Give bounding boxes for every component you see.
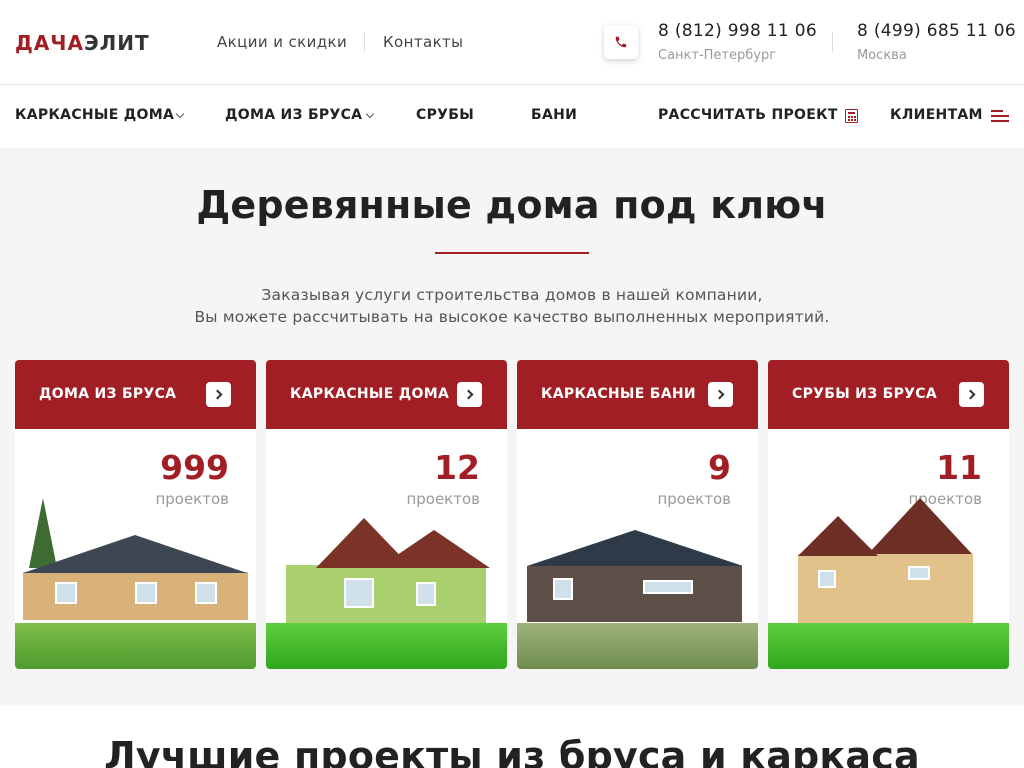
divider [832,32,833,52]
house-image-placeholder[interactable] [266,490,507,669]
hero-title: Деревянные дома под ключ [196,183,828,227]
city-spb: Санкт-Петербург [658,48,777,63]
house-image-placeholder[interactable] [768,490,1009,669]
card-header[interactable]: КАРКАСНЫЕ БАНИ [517,360,758,429]
call-button[interactable] [604,25,638,59]
site-header: ДАЧАЭЛИТ Акции и скидки Контакты 8 (812)… [0,0,1024,85]
nav-timber-houses[interactable]: ДОМА ИЗ БРУСА [225,107,362,123]
nav-frame-houses[interactable]: КАРКАСНЫЕ ДОМА [15,107,174,123]
project-count: 9 [708,448,731,487]
chevron-right-icon[interactable] [708,382,733,407]
phone-icon [615,36,627,48]
logo-part-2: ЭЛИТ [83,31,150,55]
menu-icon[interactable] [991,110,1009,122]
chevron-down-icon[interactable] [365,109,375,119]
contacts-link[interactable]: Контакты [383,33,463,51]
card-header[interactable]: ДОМА ИЗ БРУСА [15,360,256,429]
card-title[interactable]: ДОМА ИЗ БРУСА [39,386,176,402]
nav-saunas[interactable]: БАНИ [531,107,577,123]
house-image-placeholder[interactable] [517,490,758,669]
project-count: 12 [434,448,480,487]
nav-log-houses[interactable]: СРУБЫ [416,107,474,123]
category-card-log-houses[interactable]: СРУБЫ ИЗ БРУСА 11 проектов [768,360,1009,669]
category-card-timber-houses[interactable]: ДОМА ИЗ БРУСА 999 проектов [15,360,256,669]
card-header[interactable]: КАРКАСНЫЕ ДОМА [266,360,507,429]
section-title-best-projects: Лучшие проекты из бруса и каркаса [104,734,920,768]
promo-link[interactable]: Акции и скидки [217,33,347,51]
main-nav: КАРКАСНЫЕ ДОМА ДОМА ИЗ БРУСА СРУБЫ БАНИ … [0,85,1024,148]
phone-spb[interactable]: 8 (812) 998 11 06 [658,21,817,41]
card-header[interactable]: СРУБЫ ИЗ БРУСА [768,360,1009,429]
hero-subtitle-line-2: Вы можете рассчитывать на высокое качест… [194,308,830,326]
project-count: 999 [160,448,229,487]
chevron-right-icon[interactable] [457,382,482,407]
hero-subtitle-line-1: Заказывая услуги строительства домов в н… [261,286,763,304]
divider [364,32,365,52]
category-card-frame-houses[interactable]: КАРКАСНЫЕ ДОМА 12 проектов [266,360,507,669]
chevron-right-icon[interactable] [206,382,231,407]
site-logo[interactable]: ДАЧАЭЛИТ [15,33,150,53]
chevron-right-icon[interactable] [959,382,984,407]
house-image-placeholder[interactable] [15,490,256,669]
category-card-frame-saunas[interactable]: КАРКАСНЫЕ БАНИ 9 проектов [517,360,758,669]
card-title[interactable]: КАРКАСНЫЕ БАНИ [541,386,696,402]
card-title[interactable]: КАРКАСНЫЕ ДОМА [290,386,449,402]
title-underline [435,252,589,254]
city-moscow: Москва [857,48,907,63]
logo-part-1: ДАЧА [15,31,84,55]
nav-clients[interactable]: КЛИЕНТАМ [890,107,983,123]
calculator-icon[interactable] [845,109,858,123]
project-count: 11 [936,448,982,487]
card-title[interactable]: СРУБЫ ИЗ БРУСА [792,386,937,402]
chevron-down-icon[interactable] [175,109,185,119]
nav-calculate-project[interactable]: РАССЧИТАТЬ ПРОЕКТ [658,107,838,123]
phone-moscow[interactable]: 8 (499) 685 11 06 [857,21,1016,41]
